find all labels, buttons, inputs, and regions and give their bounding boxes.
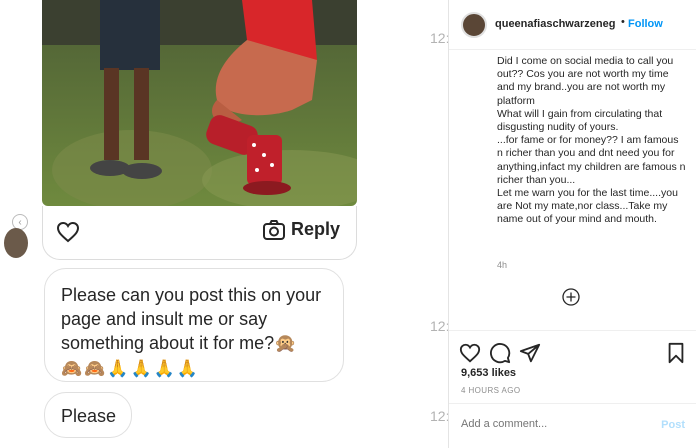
instagram-post-panel: queenafiaschwarzeneg • Follow Did I come…: [448, 0, 696, 448]
username-link[interactable]: queenafiaschwarzeneg: [495, 18, 615, 30]
bookmark-icon[interactable]: [665, 342, 687, 364]
reply-button[interactable]: Reply: [262, 219, 340, 240]
message-text: Please can you post this on your page an…: [61, 285, 322, 353]
message-text: Please: [61, 406, 117, 426]
heart-icon[interactable]: [56, 221, 80, 243]
post-caption: Did I come on social media to call you o…: [497, 55, 686, 226]
caption-timestamp[interactable]: 4h: [497, 260, 507, 270]
shared-photo[interactable]: [42, 0, 357, 206]
post-comment-button[interactable]: Post: [661, 419, 685, 431]
post-actions: [459, 342, 689, 366]
dm-conversation-panel: Reply ‹ Please can you post this on your…: [0, 0, 450, 448]
timestamp-stub: 12:: [430, 408, 450, 424]
profile-avatar[interactable]: [461, 12, 487, 38]
sender-avatar: [4, 228, 28, 258]
follow-button[interactable]: Follow: [628, 18, 663, 30]
section-divider: [449, 330, 696, 331]
heart-icon[interactable]: [459, 342, 481, 364]
post-time-ago[interactable]: 4 HOURS AGO: [461, 386, 521, 395]
reply-label: Reply: [290, 219, 340, 239]
plus-circle-icon[interactable]: [561, 287, 581, 307]
post-header: queenafiaschwarzeneg • Follow: [449, 0, 696, 50]
camera-icon: [262, 219, 285, 240]
photo-action-bar: Reply: [42, 206, 357, 260]
separator-dot: •: [621, 16, 625, 28]
screenshot-root: Reply ‹ Please can you post this on your…: [0, 0, 696, 448]
likes-count[interactable]: 9,653 likes: [461, 367, 516, 379]
share-icon[interactable]: [519, 342, 541, 364]
photo-image: [42, 0, 357, 206]
message-bubble: Please: [44, 392, 132, 438]
comment-bar: Post: [449, 403, 696, 448]
message-emojis: 🙈🙈🙏🙏🙏🙏: [61, 359, 201, 378]
comment-input[interactable]: [461, 418, 641, 430]
message-bubble: Please can you post this on your page an…: [44, 268, 344, 382]
comment-icon[interactable]: [489, 342, 511, 364]
timestamp-stub: 12:: [430, 318, 450, 334]
timestamp-stub: 12:: [430, 30, 450, 46]
